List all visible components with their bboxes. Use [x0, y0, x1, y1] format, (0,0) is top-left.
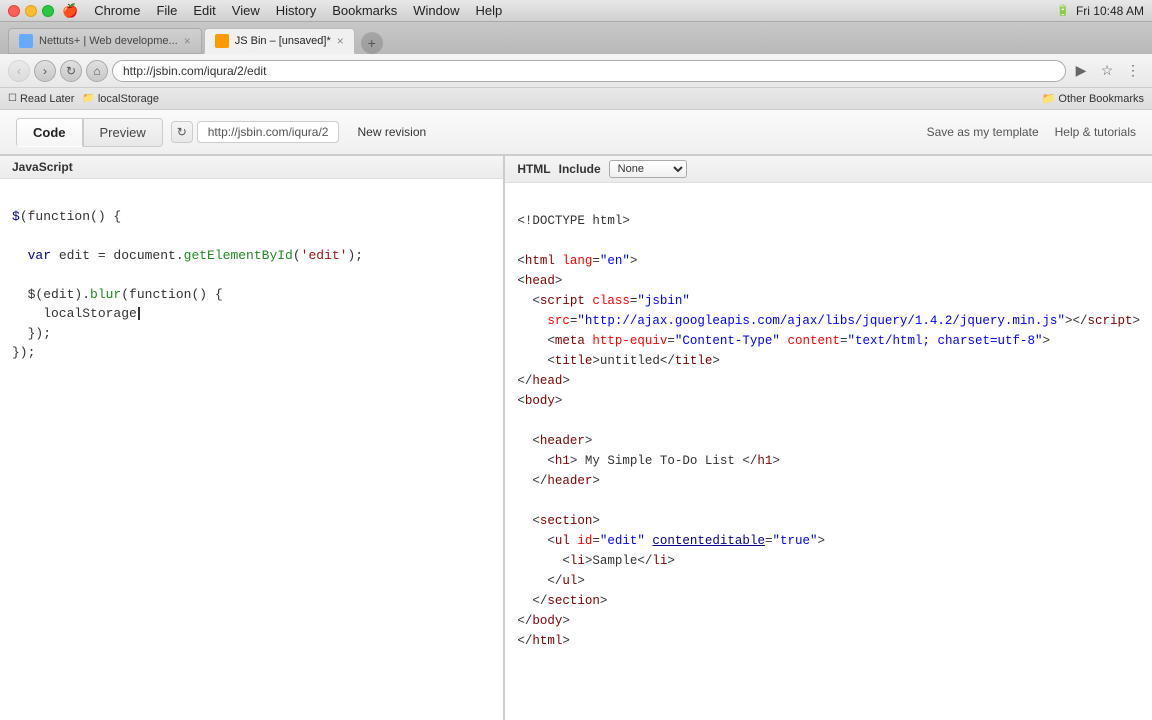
tab-nettuts-label: Nettuts+ | Web developme... — [39, 35, 178, 47]
editor-panels: JavaScript $(function() { var edit = doc… — [0, 156, 1152, 720]
help-tutorials-link[interactable]: Help & tutorials — [1055, 125, 1136, 139]
bookmark-read-later[interactable]: ☐ Read Later — [8, 93, 74, 105]
bookmarks-right: 📁 Other Bookmarks — [1042, 92, 1144, 105]
back-button[interactable]: ‹ — [8, 60, 30, 82]
js-line-blank3 — [12, 265, 491, 285]
titlebar: 🍎 Chrome File Edit View History Bookmark… — [0, 0, 1152, 22]
js-editor[interactable]: $(function() { var edit = document.getEl… — [0, 179, 503, 720]
other-bookmarks-icon: 📁 — [1042, 92, 1056, 105]
tab-nettuts-close[interactable]: × — [184, 35, 191, 47]
bookmark-local-storage[interactable]: 📁 localStorage — [82, 93, 159, 105]
js-line-2: var edit = document.getElementById('edit… — [12, 246, 491, 266]
apple-menu[interactable]: 🍎 — [62, 3, 78, 19]
js-line-4: localStorage — [12, 304, 491, 324]
tab-jsbin-close[interactable]: × — [337, 35, 344, 47]
app: Code Preview ↻ http://jsbin.com/iqura/2 … — [0, 110, 1152, 720]
html-panel: HTML Include None jQuery jQuery UI MooTo… — [505, 156, 1152, 720]
nettuts-favicon — [19, 34, 33, 48]
html-editor[interactable]: <!DOCTYPE html> <html lang="en"> <head> … — [505, 183, 1152, 720]
new-revision-button[interactable]: New revision — [347, 121, 436, 143]
jsbin-favicon — [215, 34, 229, 48]
toolbar-right: Save as my template Help & tutorials — [927, 125, 1136, 139]
tab-bar: Nettuts+ | Web developme... × JS Bin – [… — [0, 22, 1152, 54]
folder-icon: 📁 — [82, 93, 94, 104]
chrome-menu[interactable]: Chrome — [94, 3, 140, 19]
forward-button[interactable]: › — [34, 60, 56, 82]
tab-jsbin[interactable]: JS Bin – [unsaved]* × — [204, 28, 355, 54]
bookmark-read-later-label: Read Later — [20, 93, 74, 105]
maximize-button[interactable] — [42, 5, 54, 17]
menu-bar: 🍎 Chrome File Edit View History Bookmark… — [62, 3, 502, 19]
bookmark-local-storage-label: localStorage — [98, 93, 159, 105]
include-label: Include — [559, 162, 601, 176]
include-select[interactable]: None jQuery jQuery UI MooTools Prototype — [609, 160, 687, 178]
clock: 🔋 Fri 10:48 AM — [1056, 4, 1144, 18]
new-tab-button[interactable]: + — [361, 32, 383, 54]
history-menu[interactable]: History — [276, 3, 316, 19]
html-panel-header: HTML Include None jQuery jQuery UI MooTo… — [505, 156, 1152, 183]
close-button[interactable] — [8, 5, 20, 17]
tab-jsbin-label: JS Bin – [unsaved]* — [235, 35, 331, 47]
navbar: ‹ › ↻ ⌂ http://jsbin.com/iqura/2/edit ▶ … — [0, 54, 1152, 88]
extensions-button[interactable]: ☆ — [1096, 60, 1118, 82]
minimize-button[interactable] — [25, 5, 37, 17]
javascript-panel: JavaScript $(function() { var edit = doc… — [0, 156, 505, 720]
file-menu[interactable]: File — [156, 3, 177, 19]
code-tab[interactable]: Code — [16, 118, 83, 147]
home-button[interactable]: ⌂ — [86, 60, 108, 82]
edit-menu[interactable]: Edit — [193, 3, 215, 19]
window-menu[interactable]: Window — [413, 3, 459, 19]
bookmark-star[interactable]: ⋮ — [1122, 60, 1144, 82]
tab-nettuts[interactable]: Nettuts+ | Web developme... × — [8, 28, 202, 54]
refresh-button[interactable]: ↻ — [60, 60, 82, 82]
page-run-button[interactable]: ▶ — [1070, 60, 1092, 82]
js-line-blank — [12, 187, 491, 207]
read-later-icon: ☐ — [8, 93, 17, 104]
window-controls[interactable] — [8, 5, 54, 17]
help-menu[interactable]: Help — [475, 3, 502, 19]
save-template-link[interactable]: Save as my template — [927, 125, 1039, 139]
editor-toolbar: Code Preview ↻ http://jsbin.com/iqura/2 … — [0, 110, 1152, 156]
js-line-1: $(function() { — [12, 207, 491, 227]
bookmarks-bar: ☐ Read Later 📁 localStorage 📁 Other Book… — [0, 88, 1152, 110]
editor-url: http://jsbin.com/iqura/2 — [197, 121, 340, 143]
js-panel-header: JavaScript — [0, 156, 503, 179]
editor-refresh-button[interactable]: ↻ — [171, 121, 193, 143]
js-line-blank2 — [12, 226, 491, 246]
bookmarks-menu[interactable]: Bookmarks — [332, 3, 397, 19]
url-bar[interactable]: http://jsbin.com/iqura/2/edit — [112, 60, 1066, 82]
view-menu[interactable]: View — [232, 3, 260, 19]
url-text: http://jsbin.com/iqura/2/edit — [123, 64, 1055, 78]
preview-tab[interactable]: Preview — [83, 118, 163, 147]
js-line-5: }); — [12, 324, 491, 344]
js-line-3: $(edit).blur(function() { — [12, 285, 491, 305]
js-line-6: }); — [12, 343, 491, 363]
other-bookmarks-label: Other Bookmarks — [1058, 93, 1144, 105]
other-bookmarks[interactable]: 📁 Other Bookmarks — [1042, 92, 1144, 105]
